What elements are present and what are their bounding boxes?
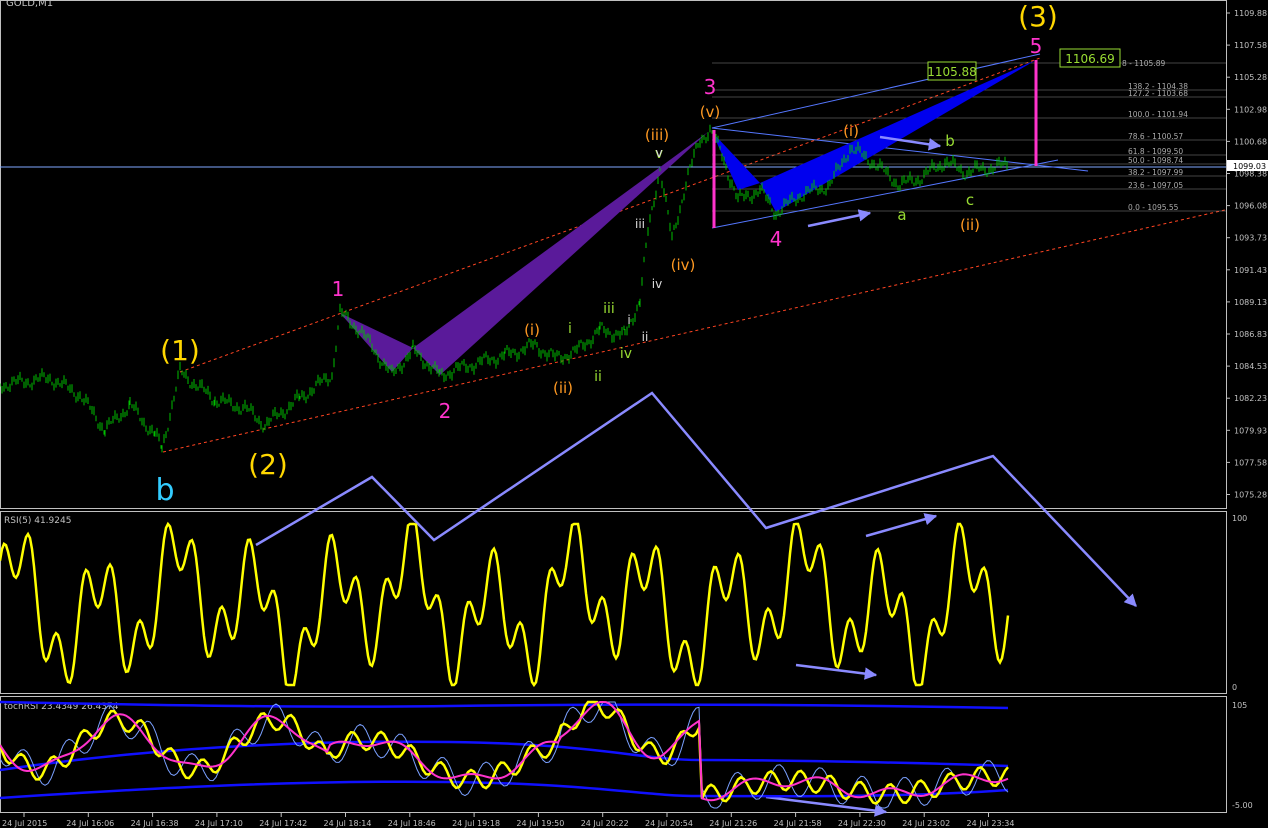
time-tick: 24 Jul 16:38	[131, 819, 179, 828]
time-tick: 24 Jul 19:50	[516, 819, 564, 828]
wave-label-o-v: (v)	[700, 103, 721, 121]
fib-level-label: 0.0 - 1095.55	[1128, 203, 1179, 212]
rsi-line	[0, 521, 1010, 688]
time-tick: 24 Jul 17:42	[259, 819, 307, 828]
time-tick: 24 Jul 19:18	[452, 819, 500, 828]
fib-level-label: 100.0 - 1101.94	[1128, 110, 1188, 119]
price-tick: 1079.93	[1234, 426, 1267, 435]
wave-label-g-iv: iv	[620, 346, 632, 362]
wave-label-b-small: b	[945, 132, 955, 150]
wave-labels: (1) (2) (3) b 1 2 3 4 5 (i) (ii) (iii) (…	[155, 0, 1057, 508]
wave-label-o-ii: (ii)	[553, 379, 573, 397]
price-tick: 1109.88	[1234, 9, 1267, 18]
price-tick: 1082.23	[1234, 394, 1267, 403]
wave-label-c: c	[966, 191, 974, 209]
time-tick: 24 Jul 22:30	[838, 819, 886, 828]
time-axis: 24 Jul 2015 24 Jul 16:06 24 Jul 16:38 24 Ju…	[2, 813, 1014, 828]
svg-text:1106.69: 1106.69	[1065, 52, 1115, 66]
price-tick: 1091.43	[1234, 266, 1267, 275]
time-tick: 24 Jul 20:22	[581, 819, 629, 828]
fib-level-label: 38.2 - 1097.99	[1128, 168, 1183, 177]
price-tick: 1107.58	[1234, 41, 1267, 50]
wave-label-m1: 1	[332, 277, 345, 301]
time-tick: 24 Jul 20:54	[645, 819, 693, 828]
time-tick: 24 Jul 18:14	[324, 819, 372, 828]
stoch-min-label: -5.00	[1232, 801, 1253, 810]
trading-chart[interactable]: 1109.881107.581105.281102.981100.681098.…	[0, 0, 1268, 828]
wave-label-g-ii: ii	[594, 369, 602, 385]
wave-label-w-v: v	[655, 146, 662, 160]
wave-label-w-i: i	[627, 313, 630, 327]
trend-channel	[162, 57, 1226, 453]
wave-label-1-major: (1)	[160, 334, 200, 367]
wave-label-g-i: i	[568, 321, 572, 337]
price-axis: 1109.881107.581105.281102.981100.681098.…	[1226, 9, 1268, 500]
price-box-left: 1105.88	[927, 61, 977, 81]
time-tick: 24 Jul 18:46	[388, 819, 436, 828]
fib-level-label: 78.6 - 1100.57	[1128, 132, 1183, 141]
panel-frames	[0, 0, 1227, 813]
price-box-right: 1106.69	[1059, 48, 1121, 68]
wave-label-b: b	[155, 473, 174, 508]
current-price-tag-label: 1099.03	[1233, 162, 1266, 171]
rsi-panel-frame	[0, 511, 1227, 694]
price-tick: 1096.08	[1234, 202, 1267, 211]
wave-label-m5: 5	[1030, 34, 1043, 58]
price-tick: 1086.83	[1234, 330, 1267, 339]
wave-label-3-major: (3)	[1018, 0, 1058, 33]
price-tick: 1084.53	[1234, 362, 1267, 371]
wave-label-o-ii2: (ii)	[960, 216, 980, 234]
wave-label-g-iii: iii	[603, 301, 615, 317]
time-tick: 24 Jul 23:34	[967, 819, 1015, 828]
rsi-min-label: 0	[1232, 683, 1237, 692]
price-tick: 1089.13	[1234, 298, 1267, 307]
price-tick: 1102.98	[1234, 105, 1267, 114]
price-tick: 1093.73	[1234, 234, 1267, 243]
wave-label-m2: 2	[439, 399, 452, 423]
stoch-envelope	[0, 701, 1009, 809]
time-tick: 24 Jul 2015	[2, 819, 47, 828]
main-panel-frame	[0, 0, 1227, 509]
projection-arrows	[255, 135, 1137, 817]
fib-level-label: 8 - 1105.89	[1122, 59, 1165, 68]
svg-text:1105.88: 1105.88	[927, 65, 977, 79]
rsi-title: RSI(5) 41.9245	[4, 516, 71, 526]
fib-level-label: 50.0 - 1098.74	[1128, 156, 1183, 165]
symbol-title: GOLD,M1	[6, 0, 53, 9]
stoch-max-label: 105	[1232, 701, 1247, 710]
rsi-max-label: 100	[1232, 514, 1247, 523]
fib-level-label: 127.2 - 1103.68	[1128, 89, 1188, 98]
wave-label-w-ii: ii	[642, 330, 649, 344]
price-tick: 1100.68	[1234, 137, 1267, 146]
wave-label-o-i: (i)	[524, 321, 540, 339]
time-tick: 24 Jul 23:02	[902, 819, 950, 828]
fib-level-label: 61.8 - 1099.50	[1128, 147, 1183, 156]
price-tick: 1105.28	[1234, 73, 1267, 82]
wave-label-a: a	[897, 206, 906, 224]
time-tick: 24 Jul 17:10	[195, 819, 243, 828]
wave-label-2-major: (2)	[248, 448, 288, 481]
wave-label-w-iv: iv	[652, 277, 662, 291]
wave-label-m3: 3	[704, 75, 717, 99]
wave-label-o-i2: (i)	[843, 122, 859, 140]
time-tick: 24 Jul 21:58	[774, 819, 822, 828]
fib-level-label: 23.6 - 1097.05	[1128, 181, 1183, 190]
wave-label-m4: 4	[770, 227, 783, 251]
time-tick: 24 Jul 16:06	[66, 819, 114, 828]
time-tick: 24 Jul 21:26	[709, 819, 757, 828]
wave-label-o-iii: (iii)	[645, 126, 669, 144]
price-tick: 1075.28	[1234, 491, 1267, 500]
wave-label-w-iii: iii	[635, 217, 645, 231]
price-tick: 1077.58	[1234, 458, 1267, 467]
wave-label-o-iv: (iv)	[671, 256, 696, 274]
